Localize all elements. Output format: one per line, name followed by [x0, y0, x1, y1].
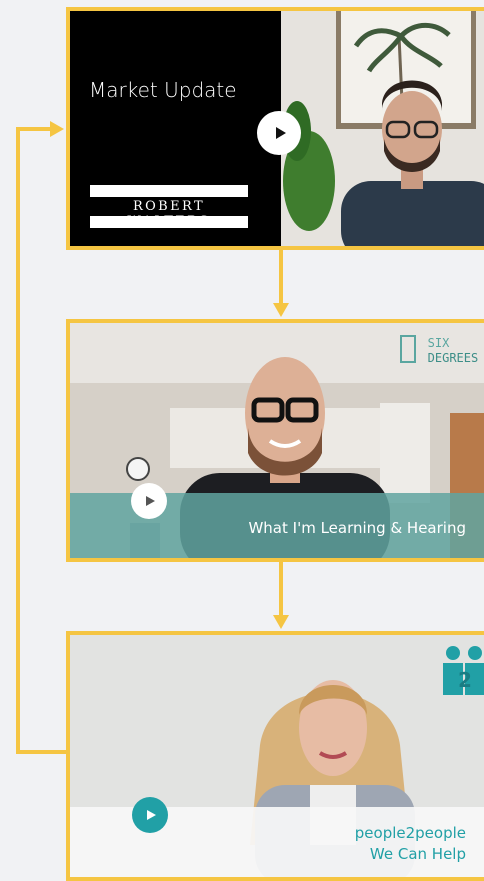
video-card-people2people[interactable]: 2 people2people We Can Help [66, 631, 484, 881]
play-button[interactable] [132, 797, 168, 833]
play-button[interactable] [257, 111, 301, 155]
brand-line-2: DEGREES [427, 351, 479, 365]
play-icon [146, 496, 155, 506]
six-degrees-logo: SIX DEGREES [400, 335, 478, 365]
caption-line-1: people2people [354, 824, 466, 842]
presenter-photo [281, 11, 484, 246]
play-button[interactable] [131, 483, 167, 519]
video-card-what-im-learning[interactable]: SIX DEGREES What I'm Learning & Hearing [66, 319, 484, 562]
six-degrees-icon [400, 335, 416, 363]
connector-2-3 [279, 562, 283, 618]
svg-text:2: 2 [458, 668, 472, 692]
loop-line-bottom [16, 750, 70, 754]
connector-arrow-2-3 [273, 615, 289, 629]
video-caption: people2people We Can Help [355, 823, 466, 865]
connector-arrow-1-2 [273, 303, 289, 317]
play-icon [147, 810, 156, 820]
video-caption: What I'm Learning & Hearing [248, 519, 466, 537]
video-card-market-update[interactable]: Market Update ROBERT WALTERS [66, 7, 484, 250]
loop-line-top [16, 127, 52, 131]
loop-arrow [50, 121, 64, 137]
caption-line-2: We Can Help [369, 845, 466, 863]
logo-bar-top [90, 185, 248, 197]
play-icon [275, 127, 286, 139]
people2people-logo-icon: 2 [443, 646, 484, 695]
logo-bar-bottom [90, 216, 248, 228]
loop-line-vertical [16, 127, 20, 754]
brand-line-1: SIX [427, 336, 450, 350]
connector-1-2 [279, 250, 283, 306]
video-title: Market Update [89, 78, 237, 102]
